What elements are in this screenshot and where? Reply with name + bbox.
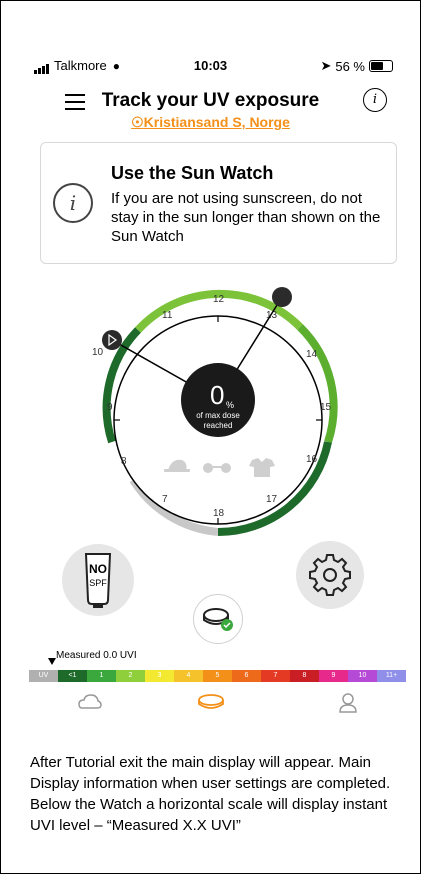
hour-label: 15: [320, 402, 332, 413]
user-icon: [339, 693, 357, 713]
no-spf-button[interactable]: NO SPF: [62, 544, 134, 616]
hour-label: 7: [162, 494, 168, 505]
sensor-tab-icon: [198, 694, 224, 709]
location-label: Kristiansand S, Norge: [143, 114, 290, 130]
uvi-scale-segment: 2: [116, 670, 145, 682]
hour-label: 11: [162, 310, 173, 321]
info-icon: i: [53, 183, 93, 223]
tab-weather[interactable]: [78, 692, 102, 712]
uvi-scale: UV <1 1 2 3 4 5 6 7 8 9 10 11+: [29, 670, 406, 682]
battery-percent: 56 %: [335, 58, 365, 74]
uvi-scale-segment: 10: [348, 670, 377, 682]
uvi-scale-segment: 7: [261, 670, 290, 682]
uvi-scale-segment: 5: [203, 670, 232, 682]
start-handle[interactable]: [102, 330, 122, 350]
location-link[interactable]: ☉Kristiansand S, Norge: [0, 114, 421, 131]
uvi-scale-segment: 8: [290, 670, 319, 682]
dose-percent-sign: %: [226, 400, 234, 410]
nospf-line1: NO: [89, 562, 107, 576]
uvi-scale-segment: 3: [145, 670, 174, 682]
hour-label: 10: [92, 347, 104, 358]
hour-label: 9: [107, 402, 113, 413]
hour-label: 16: [306, 454, 318, 465]
weather-icon: [78, 694, 102, 709]
caption-text: After Tutorial exit the main display wil…: [30, 754, 391, 834]
hour-label: 18: [213, 508, 225, 519]
end-handle[interactable]: [272, 287, 292, 307]
uvi-scale-segment: 4: [174, 670, 203, 682]
battery-icon: [369, 60, 393, 72]
dose-label-1: of max dose: [196, 411, 240, 420]
uvi-scale-segment: UV: [29, 670, 58, 682]
location-arrow-icon: ➤: [320, 58, 332, 73]
sunscreen-icon: NO SPF: [84, 553, 112, 608]
tab-bar: [0, 688, 421, 718]
nospf-line2: SPF: [89, 578, 107, 588]
app-header: Track your UV exposure ☉Kristiansand S, …: [0, 88, 421, 138]
measured-uvi-label: Measured 0.0 UVI: [56, 650, 137, 661]
uvi-marker: [48, 658, 56, 665]
page-title: Track your UV exposure: [101, 90, 320, 111]
sensor-icon: [203, 608, 233, 631]
uvi-scale-segment: 6: [232, 670, 261, 682]
gear-icon: [309, 554, 351, 596]
dose-label-2: reached: [204, 421, 233, 430]
uvi-scale-segment: <1: [58, 670, 87, 682]
location-pin-icon: ☉: [131, 114, 144, 130]
hour-label: 17: [266, 494, 278, 505]
settings-button[interactable]: [296, 541, 364, 609]
tab-sun-watch[interactable]: [196, 692, 226, 712]
hour-label: 8: [121, 456, 127, 467]
hour-label: 12: [213, 294, 225, 305]
card-text: If you are not using sunscreen, do not s…: [111, 190, 381, 245]
uvi-scale-segment: 1: [87, 670, 116, 682]
uvi-scale-segment: 11+: [377, 670, 406, 682]
status-bar: Talkmore ● 10:03 ➤ 56 %: [0, 58, 421, 78]
card-title: Use the Sun Watch: [111, 163, 274, 183]
uv-sensor-button[interactable]: [193, 594, 243, 644]
uvi-scale-segment: 9: [319, 670, 348, 682]
dose-percent: 0: [210, 380, 224, 410]
info-card: i Use the Sun Watch If you are not using…: [40, 142, 397, 264]
hour-label: 14: [306, 349, 318, 360]
battery-status: ➤ 56 %: [320, 58, 393, 74]
sun-watch[interactable]: 12 13 14 15 16 17 18 7 8 9 10 11 0 % of …: [0, 270, 421, 550]
tab-profile[interactable]: [338, 692, 358, 714]
info-button[interactable]: i: [363, 88, 387, 112]
